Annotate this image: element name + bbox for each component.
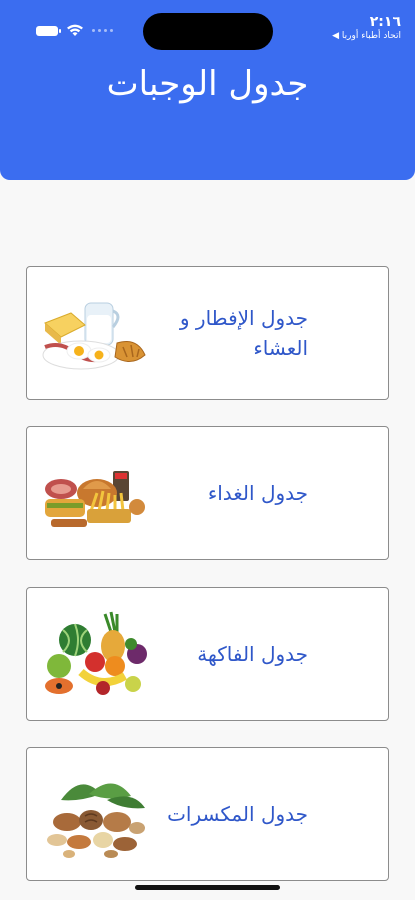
card-lunch[interactable]: جدول الغداء bbox=[26, 426, 389, 560]
card-label: جدول الغداء bbox=[207, 481, 308, 505]
camera-notch bbox=[143, 13, 273, 50]
status-time: ٢:١٦ bbox=[369, 14, 401, 30]
battery-icon bbox=[36, 25, 61, 36]
nuts-icon bbox=[47, 783, 145, 858]
home-indicator[interactable] bbox=[135, 885, 280, 890]
card-breakfast-dinner[interactable]: جدول الإفطار و العشاء bbox=[26, 266, 389, 400]
lunch-food-icon bbox=[45, 471, 145, 527]
fruits-icon bbox=[45, 611, 147, 695]
card-nuts[interactable]: جدول المكسرات bbox=[26, 747, 389, 881]
app-header: ٢:١٦ ◀ اتحاد أطباء أوربا جدول الوجبات bbox=[0, 0, 415, 180]
card-label: جدول الإفطار و العشاء bbox=[179, 306, 308, 360]
card-label: جدول المكسرات bbox=[167, 802, 308, 826]
status-carrier: ◀ اتحاد أطباء أوربا bbox=[332, 31, 401, 41]
page-title: جدول الوجبات bbox=[106, 64, 309, 104]
breakfast-food-icon bbox=[42, 302, 146, 370]
card-label: جدول الفاكهة bbox=[197, 642, 308, 666]
card-fruits[interactable]: جدول الفاكهة bbox=[26, 587, 389, 721]
wifi-icon bbox=[67, 24, 83, 36]
status-bar-right: ٢:١٦ ◀ اتحاد أطباء أوربا bbox=[332, 14, 401, 42]
signal-icon bbox=[92, 29, 113, 32]
status-bar-left bbox=[36, 24, 113, 37]
